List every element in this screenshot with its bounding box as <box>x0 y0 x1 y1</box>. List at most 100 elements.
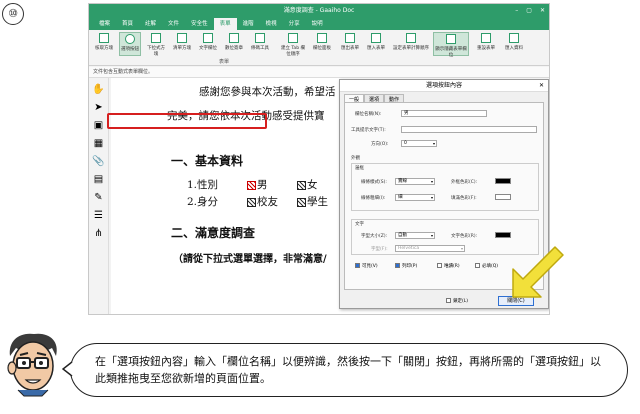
font-size-select[interactable]: 自動 <box>395 232 435 239</box>
ribbon-calc-order[interactable]: 設定表單計算順序 <box>393 32 429 56</box>
ribbon-show-hide-fields[interactable]: 顯示隱藏表單欄位 <box>433 32 469 58</box>
line-style-select[interactable]: 實線 <box>395 178 435 185</box>
ribbon-dropdown[interactable]: 下拉式方塊 <box>145 32 167 57</box>
border-label: 邊框 <box>355 166 364 171</box>
ribbon-label: 重設表單 <box>477 46 495 51</box>
field-panel-icon <box>317 33 327 43</box>
field-name-input[interactable]: 男 <box>401 110 487 117</box>
menu-bar: 檔案 首頁 註解 文件 安全性 表單 進階 檢視 分享 說明 <box>89 18 549 30</box>
doc-line-1: 感謝您參與本次活動，希望活 <box>199 86 336 98</box>
identity-option-student[interactable]: 學生 <box>297 194 328 209</box>
thumbnails-icon[interactable]: ▦ <box>93 137 105 149</box>
menu-help[interactable]: 說明 <box>306 18 329 30</box>
lock-checkbox[interactable]: 鎖定(L) <box>446 298 468 304</box>
ribbon-import-data[interactable]: 匯入資料 <box>503 32 525 56</box>
ribbon-checkbox[interactable]: 核取方塊 <box>93 32 115 56</box>
line-color-label: 外框色彩(C): <box>451 180 478 185</box>
radio-button-field[interactable] <box>297 180 306 190</box>
ribbon-signature[interactable]: 數位簽章 <box>223 32 245 56</box>
bookmark-icon[interactable]: ▣ <box>93 119 105 131</box>
checkbox-icon <box>99 33 109 43</box>
export-icon <box>345 33 355 43</box>
menu-form[interactable]: 表單 <box>213 18 237 30</box>
line-width-label: 線條粗細(I): <box>361 196 386 201</box>
ribbon-field-panel[interactable]: 欄位面板 <box>311 32 333 56</box>
required-checkbox[interactable]: 必填(Q) <box>475 263 498 269</box>
minimize-icon[interactable]: – <box>515 4 518 18</box>
ribbon-label: 顯示隱藏表單欄位 <box>435 47 467 58</box>
dialog-close-icon[interactable]: ✕ <box>539 80 544 92</box>
option-label: 學生 <box>307 196 328 208</box>
radio-button-field[interactable] <box>247 197 256 207</box>
ribbon-listbox[interactable]: 清單方塊 <box>171 32 193 56</box>
readonly-checkbox[interactable]: 唯讀(R) <box>437 263 460 269</box>
app-window: 滿意度調查 - Gaaiho Doc – ▢ ✕ 檔案 首頁 註解 文件 安全性 表… <box>88 3 550 315</box>
font-select[interactable]: Helvetica <box>395 245 465 252</box>
menu-security[interactable]: 安全性 <box>185 18 214 30</box>
ribbon-barcode[interactable]: 條碼工具 <box>249 32 271 56</box>
ribbon: 核取方塊 選項按鈕 下拉式方塊 清單方塊 文字欄位 數位簽章 條碼工具 建立 T… <box>89 30 549 66</box>
ribbon-label: 清單方塊 <box>173 46 191 51</box>
option-label: 女 <box>307 179 318 191</box>
menu-share[interactable]: 分享 <box>283 18 306 30</box>
text-color-swatch[interactable] <box>495 232 511 238</box>
ribbon-label: 匯入資料 <box>505 46 523 51</box>
line-style-label: 線條樣式(S): <box>361 180 387 185</box>
select-tool-icon[interactable]: ➤ <box>93 101 105 113</box>
menu-home[interactable]: 首頁 <box>116 18 139 30</box>
gender-option-female[interactable]: 女 <box>297 177 318 192</box>
menu-advanced[interactable]: 進階 <box>237 18 260 30</box>
tooltip-input[interactable] <box>401 126 537 133</box>
menu-view[interactable]: 檢視 <box>260 18 283 30</box>
structure-icon[interactable]: ⋔ <box>93 227 105 239</box>
textfield-icon <box>203 33 213 43</box>
checkbox-label: 唯讀(R) <box>444 264 460 269</box>
listbox-icon <box>177 33 187 43</box>
menu-comment[interactable]: 註解 <box>139 18 162 30</box>
menu-file[interactable]: 檔案 <box>93 18 116 30</box>
layers-icon[interactable]: ☰ <box>93 209 105 221</box>
comments-icon[interactable]: ▤ <box>93 173 105 185</box>
ribbon-textfield[interactable]: 文字欄位 <box>197 32 219 56</box>
orientation-select[interactable]: 0 <box>401 140 437 147</box>
title-bar: 滿意度調查 - Gaaiho Doc – ▢ ✕ <box>89 4 549 18</box>
dropdown-icon <box>151 33 161 43</box>
identity-option-alumni[interactable]: 校友 <box>247 194 278 209</box>
pointer-arrow-icon <box>512 246 564 298</box>
maximize-icon[interactable]: ▢ <box>526 4 532 18</box>
signature-icon <box>229 33 239 43</box>
checkbox-label: 可見(V) <box>362 264 378 269</box>
ribbon-import-form[interactable]: 匯入表單 <box>365 32 387 56</box>
orientation-label: 方向(O): <box>371 142 389 147</box>
field-name-label: 欄位名稱(N): <box>355 112 382 117</box>
reset-icon <box>481 33 491 43</box>
section-basic-info: 一、基本資料 <box>171 154 244 168</box>
ribbon-export-form[interactable]: 匯出表單 <box>339 32 361 56</box>
field-name-highlight <box>107 113 267 129</box>
radio-button-field[interactable] <box>297 197 306 207</box>
ribbon-radio[interactable]: 選項按鈕 <box>119 32 141 56</box>
print-checkbox[interactable]: 列印(P) <box>395 263 417 269</box>
line-color-swatch[interactable] <box>495 178 511 184</box>
gender-option-male[interactable]: 男 <box>247 177 268 192</box>
ribbon-label: 下拉式方塊 <box>147 46 165 57</box>
line-width-select[interactable]: 細 <box>395 194 435 201</box>
speech-bubble-tail <box>62 361 74 377</box>
hand-tool-icon[interactable]: ✋ <box>92 83 104 95</box>
checkbox-label: 鎖定(L) <box>453 299 469 304</box>
menu-document[interactable]: 文件 <box>162 18 185 30</box>
ribbon-tab-order[interactable]: 建立 Tab 欄位順序 <box>279 32 307 57</box>
fill-color-swatch[interactable] <box>495 194 511 200</box>
ribbon-label: 匯入表單 <box>367 46 385 51</box>
attachment-icon[interactable]: 📎 <box>92 155 104 167</box>
radio-icon <box>125 34 135 44</box>
radio-button-field[interactable] <box>247 180 256 190</box>
option-label: 男 <box>257 179 268 191</box>
tooltip-label: 工具提示文字(T): <box>351 128 386 133</box>
ribbon-label: 條碼工具 <box>251 46 269 51</box>
ribbon-reset-form[interactable]: 重設表單 <box>475 32 497 56</box>
signature-panel-icon[interactable]: ✎ <box>93 191 105 203</box>
close-icon[interactable]: ✕ <box>540 4 545 18</box>
ribbon-label: 欄位面板 <box>313 46 331 51</box>
visible-checkbox[interactable]: 可見(V) <box>355 263 378 269</box>
